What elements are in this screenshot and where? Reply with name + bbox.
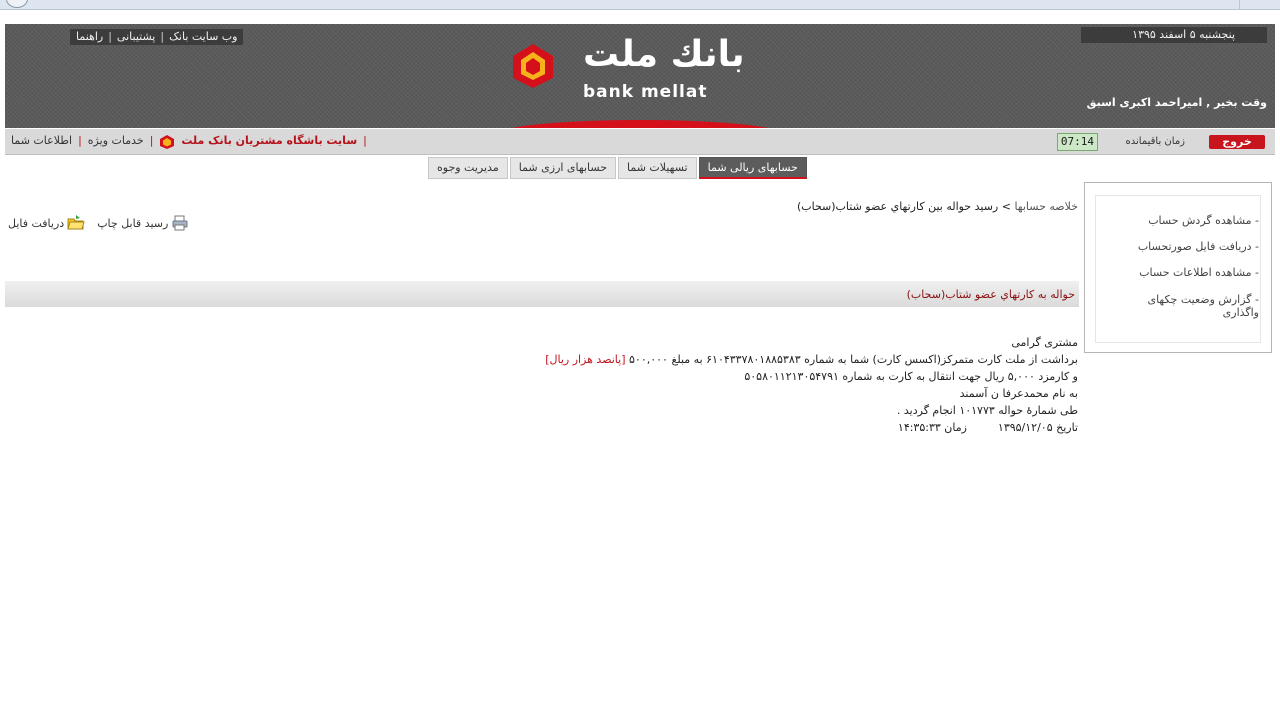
session-timer: 07:14 (1056, 133, 1098, 151)
logo-english-text: bank mellat (583, 82, 708, 102)
receipt-line-datetime: تاریخ ۱۳۹۵/۱۲/۰۵ زمان ۱۴:۳۵:۳۳ (478, 419, 1078, 436)
tab-fund-management[interactable]: مدیریت وجوه (428, 157, 508, 179)
separator: | (78, 134, 82, 147)
left-menu: | سایت باشگاه مشتریان بانک ملت | خدمات و… (11, 134, 367, 150)
separator: | (149, 134, 154, 147)
breadcrumb-accounts-summary[interactable]: خلاصه حسابها (1014, 200, 1078, 213)
bank-header: وب سایت بانک | پشتیبانی | راهنما بانك مل… (5, 24, 1275, 128)
breadcrumb-separator: > (1001, 200, 1011, 213)
receipt-date-label: تاریخ (1056, 421, 1078, 434)
your-info-link[interactable]: اطلاعات شما (11, 134, 72, 150)
user-greeting: وقت بخیر , امیراحمد اکبری اسبق (1086, 96, 1267, 109)
receipt-withdrawal-text: برداشت از ملت کارت متمرکز(اکسس کارت) شما… (629, 353, 1078, 366)
download-file-link[interactable]: دریافت فایل (8, 214, 85, 232)
sidebar-item-account-info[interactable]: - مشاهده اطلاعات حساب (1139, 266, 1259, 279)
receipt-salutation: مشتری گرامی (1011, 336, 1078, 349)
printable-receipt-link[interactable]: رسید قابل چاپ (97, 214, 189, 232)
section-header: حواله به کارتهاي عضو شتاب(سحاب) (5, 281, 1079, 307)
separator: | (160, 30, 165, 43)
browser-divider (1239, 0, 1240, 10)
link-website[interactable]: وب سایت بانک (169, 29, 237, 45)
separator: | (363, 134, 367, 147)
tab-rial-accounts[interactable]: حسابهای ریالی شما (698, 157, 807, 179)
download-file-label: دریافت فایل (8, 216, 65, 230)
receipt-actions: رسید قابل چاپ دریافت فایل (8, 214, 189, 232)
printer-icon (172, 215, 188, 231)
bank-logo: بانك ملت bank mellat (505, 34, 775, 104)
receipt-line-withdrawal: برداشت از ملت کارت متمرکز(اکسس کارت) شما… (478, 351, 1078, 368)
menu-bar: | سایت باشگاه مشتریان بانک ملت | خدمات و… (5, 129, 1275, 155)
link-support[interactable]: پشتیبانی (117, 29, 155, 45)
header-red-arc (495, 120, 785, 128)
separator: | (108, 30, 112, 43)
main-tabs: مدیریت وجوه حسابهای ارزی شما تسهیلات شما… (428, 157, 807, 179)
browser-toolbar-edge (0, 0, 1280, 10)
tab-foreign-accounts[interactable]: حسابهای ارزی شما (509, 157, 616, 179)
top-links: وب سایت بانک | پشتیبانی | راهنما (70, 29, 244, 45)
transfer-receipt: مشتری گرامی برداشت از ملت کارت متمرکز(اک… (478, 334, 1078, 436)
exit-button[interactable]: خروج (1209, 135, 1265, 149)
sidebar: - مشاهده گردش حساب - دریافت فایل صورتحسا… (1084, 182, 1272, 353)
printable-receipt-label: رسید قابل چاپ (97, 216, 169, 230)
customer-club-link[interactable]: سایت باشگاه مشتریان بانک ملت (181, 134, 357, 150)
special-services-link[interactable]: خدمات ویژه (88, 134, 144, 150)
current-date: پنجشنبه ۵ اسفند ۱۳۹۵ (1081, 27, 1267, 43)
bank-mellat-emblem-icon (513, 44, 553, 88)
breadcrumb-current: رسید حواله بین کارتهاي عضو شتاب(سحاب) (796, 200, 999, 213)
link-help[interactable]: راهنما (76, 29, 103, 45)
bank-mellat-emblem-icon (160, 135, 175, 149)
folder-icon (67, 215, 85, 230)
receipt-date: ۱۳۹۵/۱۲/۰۵ (997, 421, 1053, 434)
breadcrumb: خلاصه حسابها > رسید حواله بین کارتهاي عض… (797, 200, 1078, 213)
sidebar-item-statement-file[interactable]: - دریافت فایل صورتحساب (1138, 240, 1259, 253)
sidebar-item-account-turnover[interactable]: - مشاهده گردش حساب (1148, 214, 1259, 227)
receipt-line-reference: طی شمارۀ حواله ۱۰۱۷۷۳ انجام گردید . (896, 404, 1078, 417)
session-timer-label: زمان باقیمانده (1125, 136, 1185, 147)
tab-facilities[interactable]: تسهیلات شما (618, 157, 697, 179)
receipt-time-label: زمان (944, 421, 967, 434)
section-title: حواله به کارتهاي عضو شتاب(سحاب) (906, 288, 1075, 301)
receipt-line-recipient: به نام محمدعرفا ن آسمند (959, 387, 1078, 400)
sidebar-item-cheque-report[interactable]: - گزارش وضعیت چکهای واگذاری (1119, 293, 1259, 319)
receipt-time: ۱۴:۳۵:۳۳ (897, 421, 941, 434)
browser-back-button[interactable] (6, 0, 28, 8)
logo-persian-text: بانك ملت (583, 34, 745, 75)
receipt-line-fee: و کارمزد ۵,۰۰۰ ریال جهت انتقال به کارت ب… (744, 370, 1078, 383)
receipt-amount-words: [پانصد هزار ریال] (545, 353, 626, 366)
